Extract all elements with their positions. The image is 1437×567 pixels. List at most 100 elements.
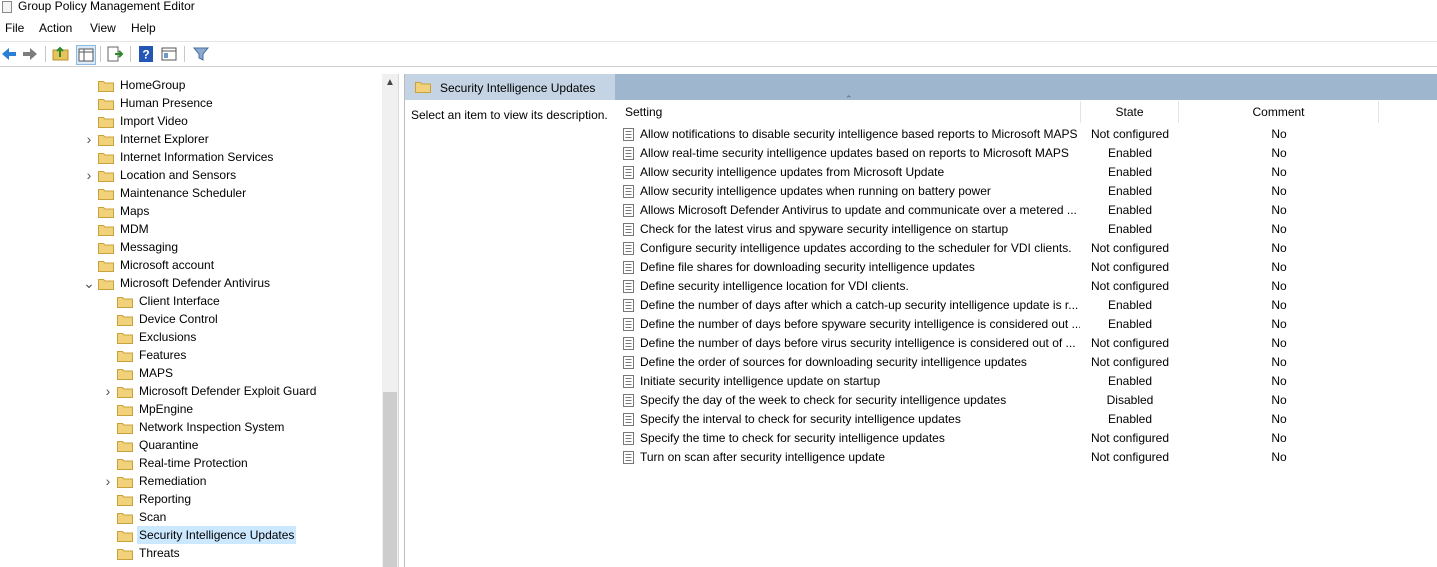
policy-setting-row[interactable]: Define the number of days before virus s… [621,334,1437,353]
policy-setting-row[interactable]: Turn on scan after security intelligence… [621,448,1437,467]
policy-setting-row[interactable]: Allow security intelligence updates from… [621,163,1437,182]
expand-chevron-icon[interactable]: › [83,130,95,148]
policy-setting-row[interactable]: Allows Microsoft Defender Antivirus to u… [621,201,1437,220]
setting-name: Allows Microsoft Defender Antivirus to u… [640,203,1077,217]
policy-setting-icon [623,242,634,255]
tree-item-label: Network Inspection System [139,420,285,434]
policy-setting-row[interactable]: Specify the day of the week to check for… [621,391,1437,410]
menu-file[interactable]: File [5,21,24,35]
export-list-icon[interactable] [106,45,124,63]
policy-setting-row[interactable]: Define the number of days after which a … [621,296,1437,315]
policy-setting-row[interactable]: Allow notifications to disable security … [621,125,1437,144]
setting-state: Disabled [1106,393,1154,407]
scroll-up-arrow-icon[interactable]: ▲ [382,74,398,92]
tree-item[interactable]: Threats [0,544,382,562]
setting-name: Specify the day of the week to check for… [640,393,1007,407]
setting-state: Enabled [1107,374,1153,388]
back-icon[interactable] [0,45,18,63]
tree-item[interactable]: Real-time Protection [0,454,382,472]
forward-icon[interactable] [21,45,39,63]
tree-item[interactable]: Exclusions [0,328,382,346]
filter-icon[interactable] [192,45,210,63]
scrollbar-thumb[interactable] [383,392,397,567]
tree-item-label: Internet Explorer [120,132,209,146]
properties-icon[interactable] [160,45,178,63]
tree-item[interactable]: Device Control [0,310,382,328]
tree-item-label: Exclusions [139,330,197,344]
tree-item[interactable]: MDM [0,220,382,238]
tree-item[interactable]: Internet Information Services [0,148,382,166]
tree-item[interactable]: Features [0,346,382,364]
tree-item[interactable]: Scan [0,508,382,526]
column-header-comment[interactable]: Comment [1179,101,1379,123]
setting-state: Enabled [1107,184,1153,198]
policy-setting-row[interactable]: Define security intelligence location fo… [621,277,1437,296]
policy-setting-row[interactable]: Configure security intelligence updates … [621,239,1437,258]
tree-item[interactable]: Maps [0,202,382,220]
column-header-setting[interactable]: Setting [621,101,1081,123]
setting-name: Define security intelligence location fo… [640,279,909,293]
tree-item[interactable]: Maintenance Scheduler [0,184,382,202]
tree-item[interactable]: Quarantine [0,436,382,454]
setting-comment: No [1271,431,1287,445]
menu-help[interactable]: Help [131,21,156,35]
folder-icon [117,421,133,434]
expand-chevron-icon[interactable]: › [83,166,95,184]
details-header: Security Intelligence Updates [405,74,1437,100]
expand-chevron-icon[interactable]: › [102,472,114,490]
folder-icon [98,133,114,146]
show-hide-tree-icon[interactable] [76,45,96,65]
tree-item[interactable]: Messaging [0,238,382,256]
folder-icon [117,457,133,470]
policy-setting-icon [623,356,634,369]
tree-item[interactable]: Client Interface [0,292,382,310]
expand-chevron-icon[interactable]: › [102,382,114,400]
tree-item[interactable]: Microsoft account [0,256,382,274]
help-icon[interactable]: ? [137,45,155,63]
tree-item[interactable]: › Location and Sensors [0,166,382,184]
tree-item[interactable]: Reporting [0,490,382,508]
tree-item[interactable]: MpEngine [0,400,382,418]
policy-setting-icon [623,394,634,407]
policy-setting-row[interactable]: Initiate security intelligence update on… [621,372,1437,391]
setting-name: Allow notifications to disable security … [640,127,1078,141]
tree-scrollbar[interactable]: ▲ [382,74,398,567]
setting-state: Enabled [1107,412,1153,426]
policy-setting-row[interactable]: Specify the interval to check for securi… [621,410,1437,429]
tree-item[interactable]: Human Presence [0,94,382,112]
policy-setting-row[interactable]: Check for the latest virus and spyware s… [621,220,1437,239]
up-folder-icon[interactable] [52,45,70,63]
policy-setting-row[interactable]: Allow security intelligence updates when… [621,182,1437,201]
tree-item[interactable]: › Remediation [0,472,382,490]
collapse-chevron-icon[interactable]: ⌄ [83,274,95,292]
setting-name: Define the number of days before spyware… [640,317,1080,331]
column-header-state[interactable]: State [1081,101,1179,123]
tree-item[interactable]: Security Intelligence Updates [0,526,382,544]
tree-item[interactable]: HomeGroup [0,76,382,94]
menu-bar: File Action View Help [0,19,1437,39]
folder-icon [117,475,133,488]
folder-icon [98,259,114,272]
details-pane: Security Intelligence Updates Select an … [404,74,1437,567]
policy-setting-row[interactable]: Allow real-time security intelligence up… [621,144,1437,163]
console-tree[interactable]: HomeGroup Human Presence Import Video › Inte… [0,74,398,567]
tree-item-label: HomeGroup [120,78,186,92]
tree-item[interactable]: › Internet Explorer [0,130,382,148]
policy-setting-row[interactable]: Specify the time to check for security i… [621,429,1437,448]
folder-icon [98,151,114,164]
setting-comment: No [1271,127,1287,141]
policy-setting-row[interactable]: Define the order of sources for download… [621,353,1437,372]
policy-setting-icon [623,128,634,141]
setting-comment: No [1271,146,1287,160]
policy-setting-row[interactable]: Define file shares for downloading secur… [621,258,1437,277]
tree-item[interactable]: Import Video [0,112,382,130]
setting-state: Enabled [1107,203,1153,217]
setting-comment: No [1271,412,1287,426]
menu-view[interactable]: View [90,21,116,35]
menu-action[interactable]: Action [39,21,72,35]
tree-item[interactable]: ⌄ Microsoft Defender Antivirus [0,274,382,292]
tree-item[interactable]: MAPS [0,364,382,382]
tree-item[interactable]: Network Inspection System [0,418,382,436]
tree-item[interactable]: › Microsoft Defender Exploit Guard [0,382,382,400]
policy-setting-row[interactable]: Define the number of days before spyware… [621,315,1437,334]
